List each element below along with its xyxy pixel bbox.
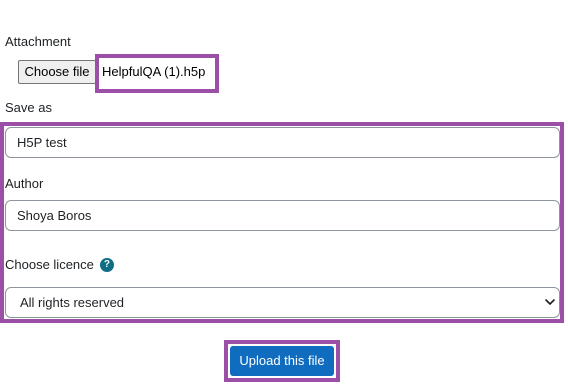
save-as-input[interactable]: H5P test bbox=[5, 127, 560, 158]
licence-select[interactable]: All rights reserved bbox=[5, 287, 560, 318]
author-input[interactable]: Shoya Boros bbox=[5, 200, 560, 231]
selected-file-name: HelpfulQA (1).h5p bbox=[102, 64, 206, 79]
choose-file-button[interactable]: Choose file bbox=[18, 60, 96, 84]
attachment-label: Attachment bbox=[5, 34, 71, 49]
chevron-down-icon bbox=[545, 299, 555, 305]
licence-label: Choose licence bbox=[5, 257, 94, 272]
licence-label-row: Choose licence ? bbox=[5, 257, 114, 272]
question-icon[interactable]: ? bbox=[99, 257, 114, 272]
licence-selected-value: All rights reserved bbox=[20, 295, 125, 310]
save-as-label: Save as bbox=[5, 100, 52, 115]
upload-form: Attachment Choose file HelpfulQA (1).h5p… bbox=[0, 0, 568, 384]
upload-file-button[interactable]: Upload this file bbox=[230, 346, 334, 376]
author-label: Author bbox=[5, 176, 44, 191]
